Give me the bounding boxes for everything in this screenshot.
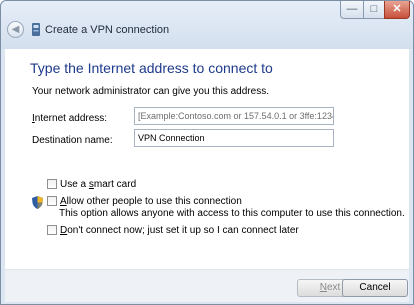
uac-shield-icon (32, 196, 43, 209)
smart-card-checkbox[interactable] (47, 179, 57, 189)
dont-connect-label: Don't connect now; just set it up so I c… (60, 225, 299, 236)
back-arrow-icon[interactable]: ◀ (7, 21, 24, 38)
allow-others-label: Allow other people to use this connectio… (60, 196, 242, 207)
allow-others-checkbox[interactable] (47, 196, 57, 206)
page-heading: Type the Internet address to connect to (30, 60, 273, 76)
destination-name-input[interactable]: VPN Connection (134, 129, 334, 147)
vpn-wizard-window: ◀ Create a VPN connection — □ ✕ Type the… (0, 0, 414, 305)
vpn-connection-icon (32, 23, 40, 36)
smart-card-label: Use a smart card (60, 179, 137, 190)
wizard-content (5, 49, 409, 269)
maximize-button[interactable]: □ (363, 1, 385, 19)
destination-name-value: VPN Connection (138, 133, 205, 143)
title-bar: ◀ Create a VPN connection — □ ✕ (1, 1, 413, 49)
window-title: Create a VPN connection (45, 24, 170, 36)
internet-address-placeholder: [Example:Contoso.com or 157.54.0.1 or 3f… (138, 111, 333, 121)
close-button[interactable]: ✕ (384, 1, 410, 19)
minimize-button[interactable]: — (340, 1, 364, 19)
internet-address-label: Internet address: (32, 113, 108, 124)
allow-others-description: This option allows anyone with access to… (59, 208, 405, 219)
intro-text: Your network administrator can give you … (32, 86, 269, 97)
destination-name-label: Destination name: (32, 135, 113, 146)
dont-connect-checkbox[interactable] (47, 225, 57, 235)
internet-address-input[interactable]: [Example:Contoso.com or 157.54.0.1 or 3f… (134, 107, 334, 125)
cancel-button[interactable]: Cancel (342, 279, 408, 297)
